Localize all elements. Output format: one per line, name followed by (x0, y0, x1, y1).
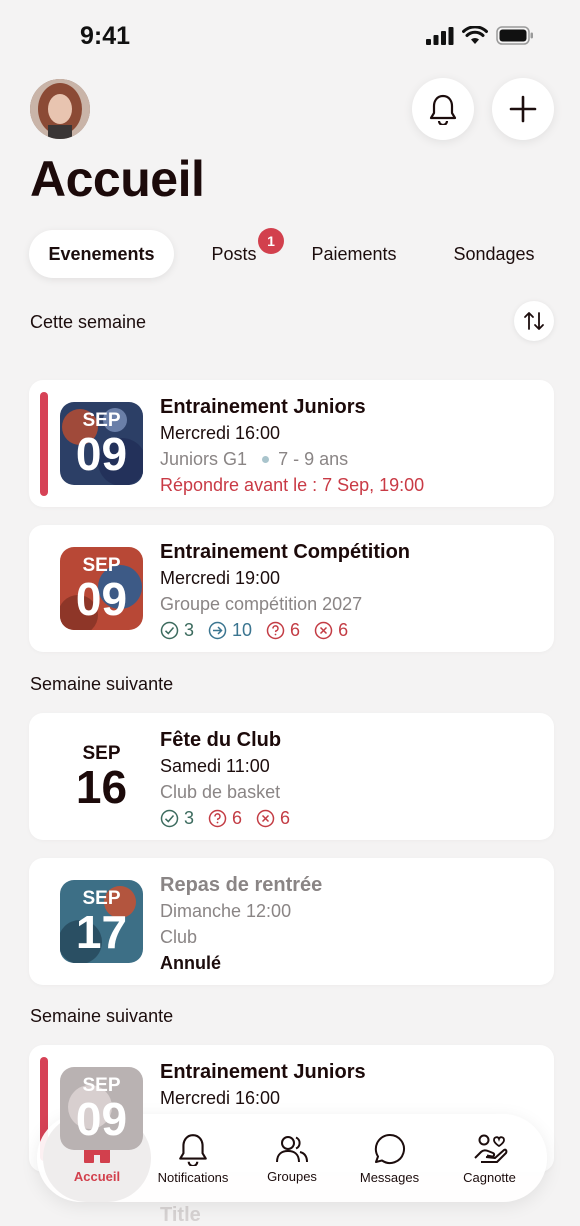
event-card[interactable]: SEP 09 Entrainement Juniors Mercredi 16:… (29, 380, 554, 507)
x-circle-icon (256, 809, 275, 827)
sort-icon (524, 312, 544, 330)
attendance-stats: 3 10 6 6 (160, 617, 544, 643)
plus-icon (509, 95, 537, 123)
nav-label: Messages (359, 1169, 420, 1185)
event-status: Annulé (160, 953, 221, 973)
stat-pending: 10 (208, 617, 252, 643)
event-title: Repas de rentrée (160, 874, 323, 896)
event-date-tile: SEP 17 (60, 880, 143, 963)
event-age: 7 - 9 ans (278, 449, 349, 469)
avatar[interactable] (30, 79, 90, 139)
event-day: 09 (75, 572, 128, 625)
nav-label: Accueil (73, 1168, 121, 1184)
event-group: Groupe compétition 2027 (160, 594, 363, 614)
event-group: Club de basket (160, 782, 281, 802)
notifications-button[interactable] (412, 78, 474, 140)
bell-icon (179, 1133, 207, 1166)
dot-separator-icon (262, 456, 270, 463)
nav-messages[interactable]: Messages (342, 1114, 437, 1202)
section-next-week: Semaine suivante (30, 1006, 174, 1026)
posts-badge: 1 (258, 228, 284, 254)
tab-evenements[interactable]: Evenements (29, 230, 174, 278)
status-bar: 9:41 (0, 0, 580, 70)
event-when: Dimanche 12:00 (160, 901, 292, 921)
bell-icon (429, 94, 457, 125)
chat-icon (374, 1133, 405, 1164)
stat-pending-count: 10 (232, 620, 253, 640)
event-day: 17 (75, 905, 128, 958)
battery-icon (496, 26, 533, 45)
stat-present-count: 3 (184, 620, 195, 640)
stat-maybe-count: 6 (290, 620, 301, 640)
event-when: Samedi 11:00 (160, 756, 270, 776)
event-title: Entrainement Compétition (160, 541, 411, 563)
add-button[interactable] (492, 78, 554, 140)
stat-present: 3 (160, 617, 194, 643)
event-day: 16 (75, 760, 128, 813)
attendance-stats: 3 6 6 (160, 805, 544, 831)
nav-cagnotte[interactable]: Cagnotte (442, 1114, 537, 1202)
sort-button[interactable] (514, 301, 554, 341)
tab-posts-label: Posts (211, 243, 257, 264)
nav-label: Notifications (157, 1169, 229, 1185)
wifi-icon (462, 26, 488, 44)
nav-label: Groupes (267, 1168, 317, 1184)
stat-present: 3 (160, 805, 194, 831)
x-circle-icon (314, 621, 333, 639)
hand-heart-icon (473, 1134, 507, 1163)
nav-groupes[interactable]: Groupes (247, 1114, 337, 1202)
stat-absent-count: 6 (280, 808, 291, 828)
stat-present-count: 3 (184, 808, 195, 828)
stat-absent-count: 6 (338, 620, 349, 640)
event-deadline: Répondre avant le : 7 Sep, 19:00 (160, 475, 425, 495)
tab-paiements[interactable]: Paiements (299, 230, 409, 278)
pending-indicator (40, 392, 48, 496)
question-circle-icon (208, 809, 227, 827)
stat-absent: 6 (256, 805, 290, 831)
event-card[interactable]: SEP 17 Repas de rentrée Dimanche 12:00 C… (29, 858, 554, 985)
section-this-week: Cette semaine (30, 312, 147, 332)
event-date-tile: SEP 09 (60, 1067, 143, 1150)
event-group-line: Juniors G1 7 - 9 ans (160, 446, 544, 472)
stat-maybe-count: 6 (232, 808, 243, 828)
check-circle-icon (160, 621, 179, 639)
event-when: Mercredi 16:00 (160, 423, 281, 443)
signal-icon (426, 26, 454, 45)
event-title: Fête du Club (160, 729, 282, 751)
event-group: Juniors G1 (160, 449, 248, 469)
stat-maybe: 6 (208, 805, 242, 831)
stat-absent: 6 (314, 617, 348, 643)
event-day: 09 (75, 1092, 128, 1145)
event-when: Mercredi 16:00 (160, 1088, 281, 1108)
event-title: Entrainement Juniors (160, 396, 366, 418)
page-title: Accueil (30, 151, 205, 207)
event-date-tile: SEP 09 (60, 402, 143, 485)
event-card[interactable]: SEP 16 Fête du Club Samedi 11:00 Club de… (29, 713, 554, 840)
event-date-tile: SEP 16 (60, 735, 143, 818)
event-card[interactable]: SEP 09 Entrainement Compétition Mercredi… (29, 525, 554, 652)
check-circle-icon (160, 809, 179, 827)
question-circle-icon (266, 621, 285, 639)
event-title: Entrainement Juniors (160, 1061, 366, 1083)
status-time: 9:41 (80, 22, 131, 50)
tab-bar: Evenements Posts 1 Paiements Sondages (29, 228, 559, 278)
stat-maybe: 6 (266, 617, 300, 643)
event-date-tile: SEP 09 (60, 547, 143, 630)
arrow-circle-icon (208, 621, 227, 639)
event-day: 09 (75, 427, 128, 480)
avatar-image (30, 79, 90, 139)
event-when: Mercredi 19:00 (160, 568, 281, 588)
event-group: Club (160, 927, 198, 947)
nav-notifications[interactable]: Notifications (147, 1114, 239, 1202)
tab-sondages[interactable]: Sondages (439, 230, 549, 278)
next-event-title-ghost: Title (160, 1204, 201, 1226)
nav-label: Cagnotte (463, 1169, 516, 1185)
users-icon (276, 1135, 308, 1162)
status-icons (426, 26, 534, 45)
section-next-week: Semaine suivante (30, 674, 174, 694)
